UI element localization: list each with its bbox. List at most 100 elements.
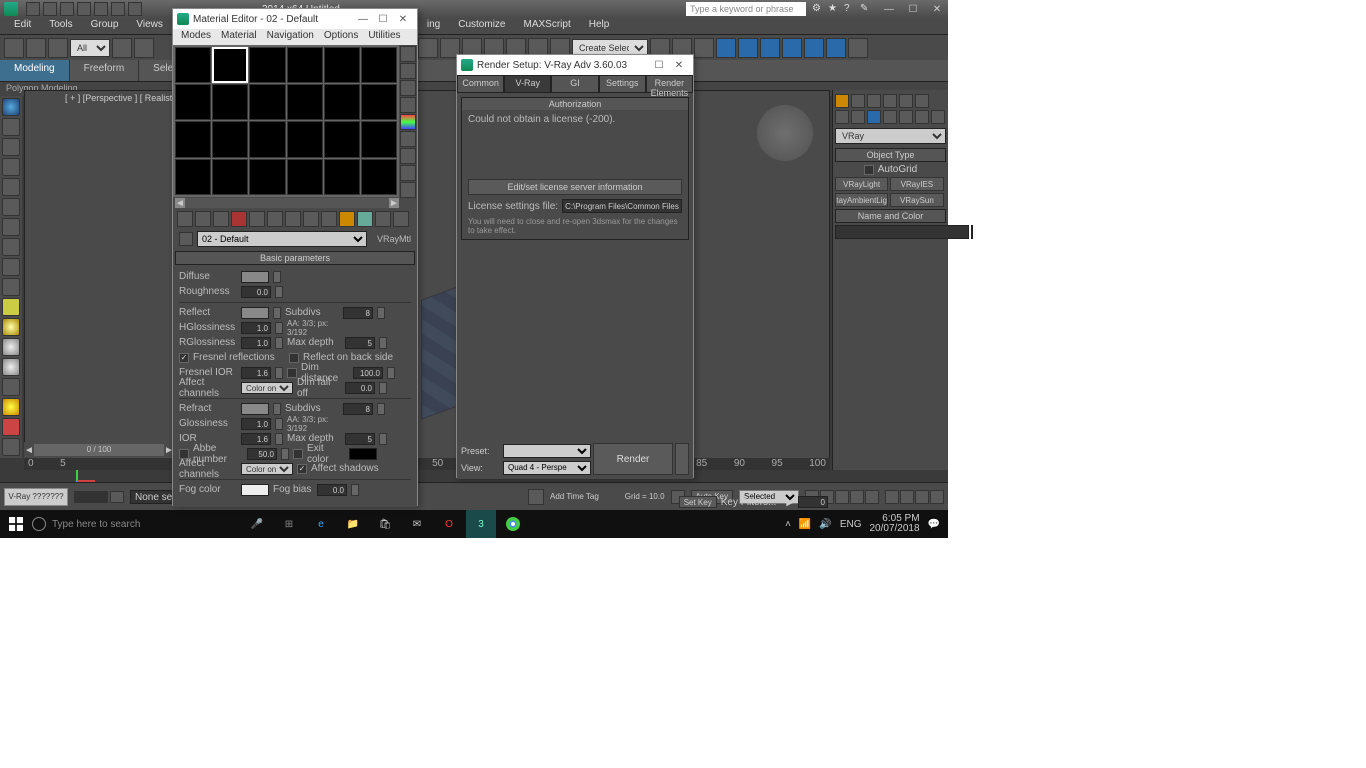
systems-icon[interactable]: [931, 110, 945, 124]
dimdist-checkbox[interactable]: [287, 368, 297, 378]
ior-spinner[interactable]: 1.6: [241, 433, 271, 445]
fogcolor-swatch[interactable]: [241, 484, 269, 496]
me-tool-icon[interactable]: [177, 211, 193, 227]
material-name-combo[interactable]: 02 - Default: [197, 231, 367, 247]
edit-license-button[interactable]: Edit/set license server information: [468, 179, 682, 195]
modify-tab-icon[interactable]: [851, 94, 865, 108]
me-tool-icon[interactable]: [285, 211, 301, 227]
material-slot[interactable]: [361, 121, 397, 157]
material-editor-titlebar[interactable]: Material Editor - 02 - Default — ☐ ✕: [173, 9, 417, 29]
material-slot[interactable]: [249, 84, 285, 120]
toolbar-button[interactable]: [694, 38, 714, 58]
mic-icon[interactable]: 🎤: [242, 510, 272, 538]
toolbar-button[interactable]: [26, 38, 46, 58]
menu-customize[interactable]: Customize: [452, 18, 511, 34]
explorer-icon[interactable]: 📁: [338, 510, 368, 538]
side-tool-icon[interactable]: [400, 80, 416, 96]
store-icon[interactable]: 🛍: [370, 510, 400, 538]
nav-icon[interactable]: [885, 490, 899, 504]
menu-material[interactable]: Material: [217, 29, 261, 45]
minimize-button[interactable]: —: [882, 4, 896, 15]
icon[interactable]: ?: [844, 3, 856, 15]
material-slot[interactable]: [249, 47, 285, 83]
me-tool-icon[interactable]: [393, 211, 409, 227]
tool-icon[interactable]: [2, 378, 20, 396]
side-tool-icon[interactable]: [400, 63, 416, 79]
tool-icon[interactable]: [2, 138, 20, 156]
me-tool-icon[interactable]: [249, 211, 265, 227]
lights-icon[interactable]: [867, 110, 881, 124]
tool-icon[interactable]: [2, 398, 20, 416]
tab-vray[interactable]: V-Ray: [504, 75, 551, 93]
side-tool-icon[interactable]: [400, 148, 416, 164]
tool-icon[interactable]: [2, 238, 20, 256]
prompt-icon[interactable]: [528, 489, 544, 505]
qat-button[interactable]: [128, 2, 142, 16]
menu-help[interactable]: Help: [583, 18, 616, 34]
material-slot[interactable]: [361, 159, 397, 195]
me-tool-icon[interactable]: [213, 211, 229, 227]
affectshadows-checkbox[interactable]: [297, 464, 307, 474]
menu-navigation[interactable]: Navigation: [263, 29, 318, 45]
material-slot[interactable]: [212, 159, 248, 195]
exitcolor-checkbox[interactable]: [293, 449, 303, 459]
toolbar-button[interactable]: [48, 38, 68, 58]
timeline-ruler[interactable]: 05 3540 4550 5560 6570 7580 8590 95100: [24, 458, 830, 470]
nav-icon[interactable]: [900, 490, 914, 504]
material-slot[interactable]: [175, 121, 211, 157]
fresnel-checkbox[interactable]: [179, 353, 189, 363]
tray-volume-icon[interactable]: 🔊: [819, 519, 831, 530]
tool-icon[interactable]: [2, 358, 20, 376]
me-tool-icon[interactable]: [339, 211, 355, 227]
material-slot[interactable]: [287, 47, 323, 83]
icon[interactable]: ★: [828, 3, 840, 15]
toolbar-button[interactable]: [4, 38, 24, 58]
cameras-icon[interactable]: [883, 110, 897, 124]
material-slot[interactable]: [212, 84, 248, 120]
toolbar-combo[interactable]: All: [70, 39, 110, 57]
side-tool-icon[interactable]: [400, 182, 416, 198]
rollout-name-color[interactable]: Name and Color: [835, 209, 946, 223]
rollout-object-type[interactable]: Object Type: [835, 148, 946, 162]
play-icon[interactable]: [835, 490, 849, 504]
tool-icon[interactable]: [2, 118, 20, 136]
taskview-icon[interactable]: ⊞: [274, 510, 304, 538]
toolbar-button[interactable]: [716, 38, 736, 58]
current-frame-input[interactable]: 0: [798, 496, 828, 508]
tool-icon[interactable]: [2, 158, 20, 176]
close-button[interactable]: ✕: [930, 4, 944, 15]
tool-icon[interactable]: [2, 338, 20, 356]
tab-common[interactable]: Common: [457, 75, 504, 93]
qat-button[interactable]: [26, 2, 40, 16]
maximize-button[interactable]: ☐: [649, 60, 669, 71]
help-search-input[interactable]: Type a keyword or phrase: [686, 2, 806, 16]
tab-render-elements[interactable]: Render Elements: [646, 75, 693, 93]
tool-icon[interactable]: [2, 438, 20, 456]
material-slot[interactable]: [324, 159, 360, 195]
fresnelior-spinner[interactable]: 1.6: [241, 367, 271, 379]
time-slider[interactable]: 0 / 100: [34, 444, 164, 456]
object-color-swatch[interactable]: [971, 225, 973, 239]
toolbar-button[interactable]: [804, 38, 824, 58]
me-tool-icon[interactable]: [375, 211, 391, 227]
maximize-button[interactable]: ☐: [373, 14, 393, 25]
me-tool-icon[interactable]: [321, 211, 337, 227]
toolbar-button[interactable]: [782, 38, 802, 58]
vrayambient-button[interactable]: tayAmbientLig: [835, 193, 888, 207]
tool-icon[interactable]: [2, 258, 20, 276]
material-type-label[interactable]: VRayMtl: [371, 234, 411, 244]
viewport-label[interactable]: [ + ] [Perspective ] [ Realistic ]: [65, 93, 184, 103]
preset-combo[interactable]: [503, 444, 591, 458]
roughness-spinner[interactable]: 0.0: [241, 286, 271, 298]
material-slot[interactable]: [361, 47, 397, 83]
opera-icon[interactable]: O: [434, 510, 464, 538]
setkey-button[interactable]: Set Key: [679, 496, 717, 508]
material-slot[interactable]: [361, 84, 397, 120]
material-slot[interactable]: [212, 121, 248, 157]
hgloss-spinner[interactable]: 1.0: [241, 322, 271, 334]
menu-tools[interactable]: Tools: [43, 18, 78, 34]
toolbar-button[interactable]: [134, 38, 154, 58]
goto-end-icon[interactable]: [865, 490, 879, 504]
pick-material-icon[interactable]: [179, 232, 193, 246]
affect-channels-combo[interactable]: Color only: [241, 382, 293, 394]
